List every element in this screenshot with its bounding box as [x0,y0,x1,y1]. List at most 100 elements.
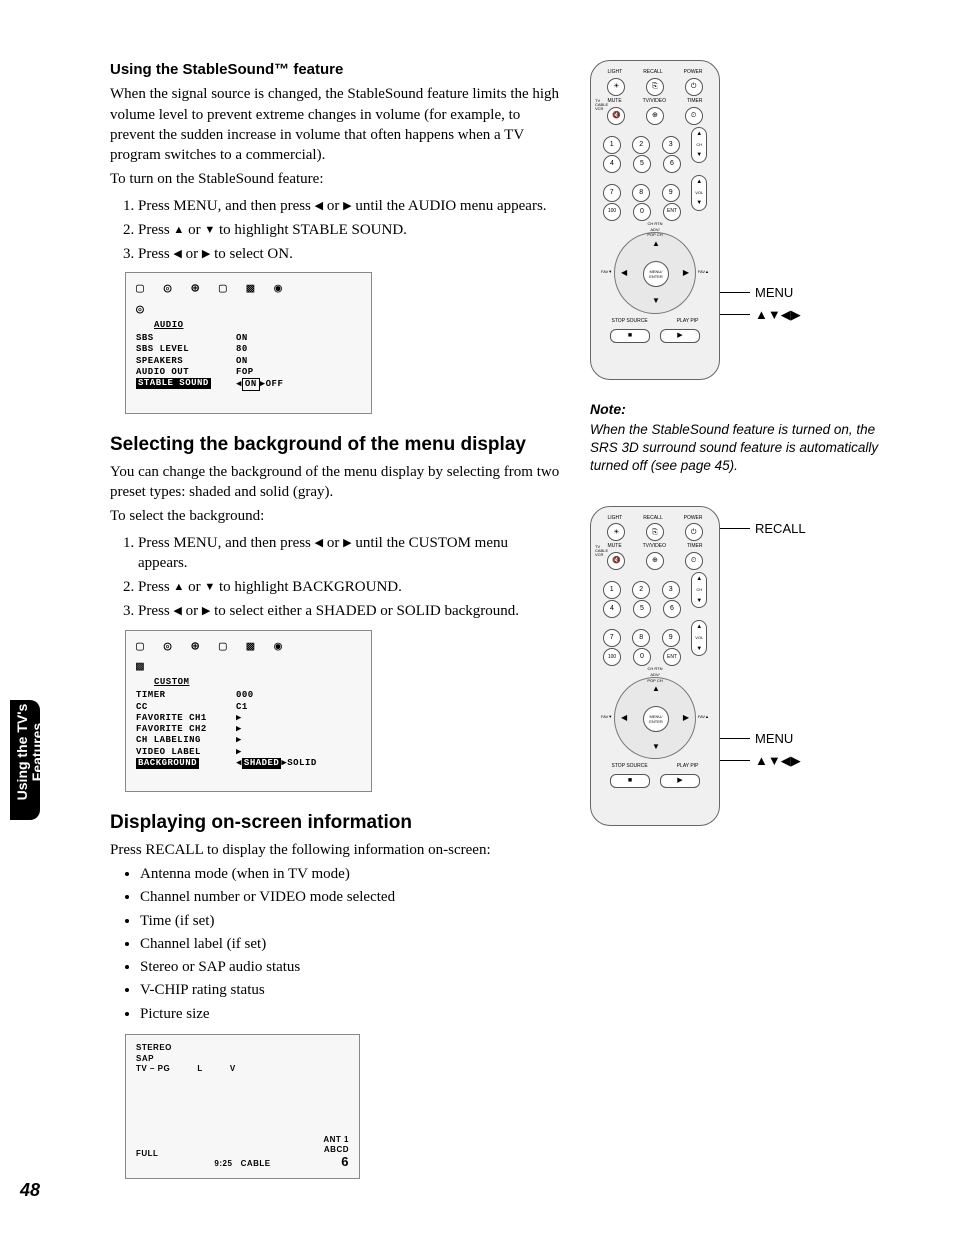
dpad: ADV/ POP CH ▲ ▼ ◀ ▶ MENU/ ENTER FAV▼ FAV… [614,232,696,314]
step3: Press ◀ or ▶ to select ON. [138,244,560,264]
right-arrow-icon: ▶ [343,199,351,214]
para-stablesound-desc: When the signal source is changed, the S… [110,84,560,165]
num-1: 1 [603,581,621,599]
stop-button: ■ [610,329,650,343]
num-8: 8 [632,629,650,647]
callout-line-arrows [720,314,750,315]
left-arrow-icon: ◀ [315,536,323,551]
light-button: ☀ [607,523,625,541]
num-0: 0 [633,648,651,666]
mute-button: 🔇 [607,552,625,570]
num-3: 3 [662,136,680,154]
osd-custom-icon: ▩ [136,659,361,675]
osd-highlight-stable: STABLE SOUND [136,378,211,389]
num-1: 1 [603,136,621,154]
dpad-down-icon: ▼ [652,742,660,753]
remote-wrap-1: LIGHTRECALLPOWER ☀ ⎘ ⏻ TVCABLEVCR MUTETV… [590,60,890,380]
bg-step2: Press ▲ or ▼ to highlight BACKGROUND. [138,577,560,597]
num-8: 8 [632,184,650,202]
ent-button: ENT [663,648,681,666]
bullet-label: Channel label (if set) [140,934,560,954]
osd3-tl: STEREO SAP TV – PG L V [136,1043,349,1075]
osd-icon-row2: ▢ ◎ ⊕ ▢ ▩ ◉ [136,639,361,655]
note-body: When the StableSound feature is turned o… [590,421,890,476]
power-button: ⏻ [685,78,703,96]
heading-background: Selecting the background of the menu dis… [110,432,560,458]
osd-custom-title: CUSTOM [154,677,361,688]
step1: Press MENU, and then press ◀ or ▶ until … [138,196,560,216]
ent-button: ENT [663,203,681,221]
dpad-right-icon: ▶ [683,713,689,724]
timer-button: ⏲ [685,107,703,125]
timer-button: ⏲ [685,552,703,570]
onscreen-bullets: Antenna mode (when in TV mode) Channel n… [140,864,560,1024]
stop-button: ■ [610,774,650,788]
callout-arrows: ▲▼◀▶ [755,306,801,324]
up-arrow-icon: ▲ [173,580,184,595]
page-number: 48 [20,1178,40,1202]
play-button: ▶ [660,774,700,788]
bullet-ant: Antenna mode (when in TV mode) [140,864,560,884]
num-7: 7 [603,184,621,202]
dpad: ADV/ POP CH ▲ ▼ ◀ ▶ MENU/ ENTER FAV▼ FAV… [614,677,696,759]
dpad-up-icon: ▲ [652,239,660,250]
dpad-left-icon: ◀ [621,713,627,724]
callout-line-arrows2 [720,760,750,761]
mute-button: 🔇 [607,107,625,125]
tab-line1: Using the TV's [14,704,30,801]
callout-line-recall [720,528,750,529]
light-button: ☀ [607,78,625,96]
tvvideo-button: ⊕ [646,552,664,570]
left-arrow-icon: ◀ [173,247,181,262]
dpad-up-icon: ▲ [652,684,660,695]
num-4: 4 [603,600,621,618]
steps-stablesound: Press MENU, and then press ◀ or ▶ until … [138,196,560,265]
callout-menu2: MENU [755,730,793,748]
osd-audio-title: AUDIO [154,320,361,331]
side-tab: Using the TV's Features [10,700,40,820]
num-5: 5 [633,155,651,173]
osd-custom-menu: ▢ ◎ ⊕ ▢ ▩ ◉ ▩ CUSTOM TIMER000 CCC1 FAVOR… [125,630,372,793]
side-tab-text: Using the TV's Features [15,692,46,812]
para-recall-desc: Press RECALL to display the following in… [110,840,560,860]
step2: Press ▲ or ▼ to highlight STABLE SOUND. [138,220,560,240]
num-0: 0 [633,203,651,221]
up-arrow-icon: ▲ [173,223,184,238]
menu-enter-button: MENU/ ENTER [643,261,669,287]
bg-step3: Press ◀ or ▶ to select either a SHADED o… [138,601,560,621]
dpad-left-icon: ◀ [621,268,627,279]
callout-recall: RECALL [755,520,806,538]
remote-diagram-1: LIGHTRECALLPOWER ☀ ⎘ ⏻ TVCABLEVCR MUTETV… [590,60,720,380]
dpad-right-icon: ▶ [683,268,689,279]
steps-background: Press MENU, and then press ◀ or ▶ until … [138,533,560,622]
num-2: 2 [632,136,650,154]
num-4: 4 [603,155,621,173]
num-2: 2 [632,581,650,599]
callout-line-menu2 [720,738,750,739]
para-stablesound-toturn: To turn on the StableSound feature: [110,169,560,189]
recall-button: ⎘ [646,78,664,96]
side-column: LIGHTRECALLPOWER ☀ ⎘ ⏻ TVCABLEVCR MUTETV… [590,60,890,846]
tvvideo-button: ⊕ [646,107,664,125]
menu-enter-button: MENU/ ENTER [643,706,669,732]
osd-icon-row: ▢ ◎ ⊕ ▢ ▩ ◉ [136,281,361,297]
down-arrow-icon: ▼ [204,580,215,595]
osd-recall-screen: STEREO SAP TV – PG L V FULL ANT 1 ABCD 6… [125,1034,360,1179]
num-9: 9 [662,629,680,647]
bullet-audio: Stereo or SAP audio status [140,957,560,977]
note-heading: Note: [590,400,890,419]
play-button: ▶ [660,329,700,343]
heading-onscreen: Displaying on-screen information [110,810,560,836]
remote-diagram-2: LIGHTRECALLPOWER ☀ ⎘ ⏻ TVCABLEVCR MUTETV… [590,506,720,826]
mode-switch: TVCABLEVCR [595,99,608,111]
callout-line-menu [720,292,750,293]
left-arrow-icon: ◀ [315,199,323,214]
para-bg-desc: You can change the background of the men… [110,462,560,503]
num-100: 100 [603,648,621,666]
osd-audio-menu: ▢ ◎ ⊕ ▢ ▩ ◉ ◎ AUDIO SBSON SBS LEVEL80 SP… [125,272,372,414]
osd-audio-icon: ◎ [136,302,361,318]
osd-highlight-bg: BACKGROUND [136,758,199,769]
num-6: 6 [663,600,681,618]
left-arrow-icon: ◀ [173,604,181,619]
main-column: Using the StableSound™ feature When the … [110,60,560,1185]
